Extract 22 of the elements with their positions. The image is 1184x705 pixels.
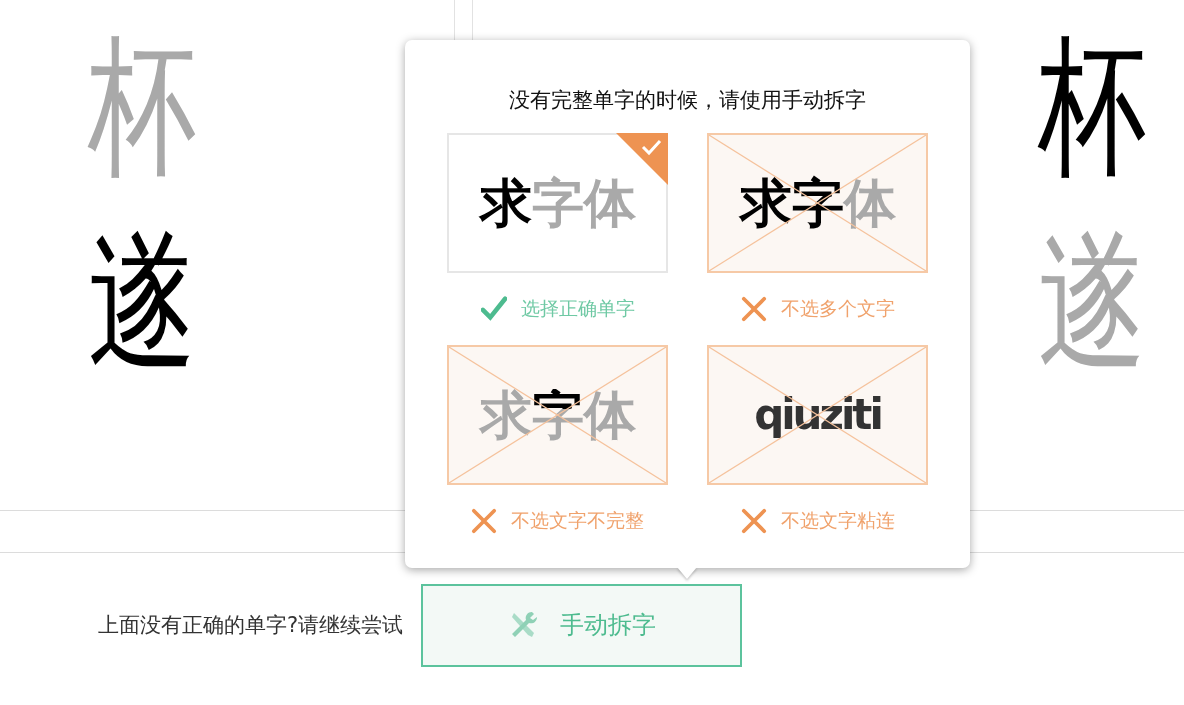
calligraphy-character: 遂 <box>88 224 192 377</box>
cross-icon <box>471 508 497 534</box>
manual-split-button[interactable]: 手动拆字 <box>421 583 743 667</box>
sample-text: 求 <box>479 389 532 441</box>
sample-text: 体 <box>583 177 636 229</box>
sample-text: 字 <box>531 177 584 229</box>
caption-text: 选择正确单字 <box>520 296 635 321</box>
sample-text: 体 <box>843 177 896 229</box>
sample-text: 体 <box>583 389 636 441</box>
hint-text: 上面没有正确的单字?请继续尝试 <box>98 612 404 639</box>
sample-text: qiuziti <box>754 394 881 436</box>
cross-icon <box>740 296 767 322</box>
sample-text: 求 <box>479 177 532 229</box>
caption-text: 不选文字不完整 <box>511 508 644 533</box>
caption-text: 不选多个文字 <box>780 296 895 321</box>
calligraphy-character: 遂 <box>1038 224 1142 377</box>
sample-text: 求 <box>739 177 792 229</box>
popup-title: 没有完整单字的时候，请使用手动拆字 <box>508 87 867 114</box>
cross-icon <box>740 508 767 534</box>
sample-text: 字 <box>791 177 844 229</box>
check-icon <box>480 296 507 322</box>
caption-text: 不选文字粘连 <box>780 508 895 533</box>
